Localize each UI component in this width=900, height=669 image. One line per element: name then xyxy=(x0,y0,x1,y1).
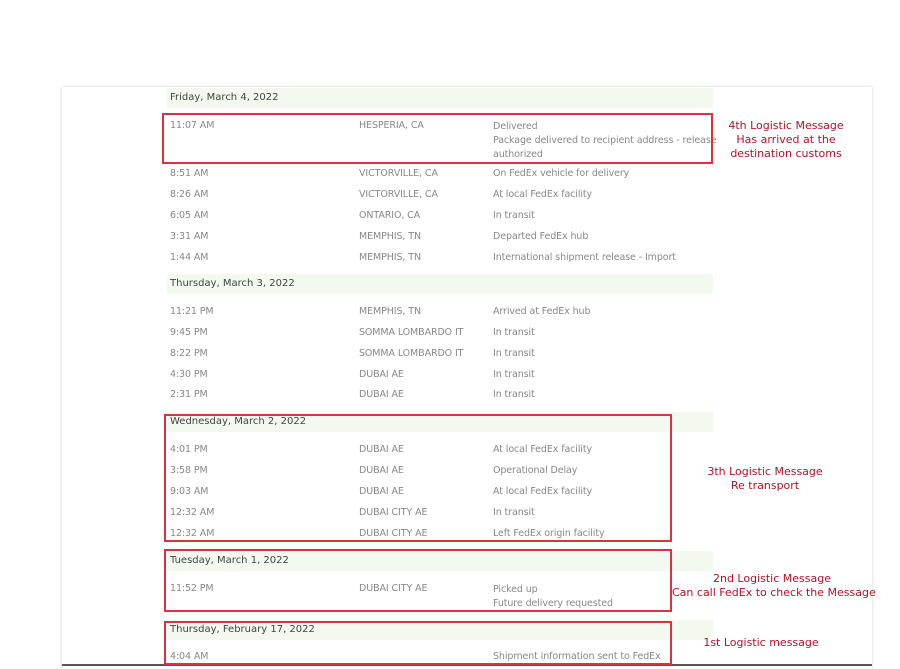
date-header: Friday, March 4, 2022 xyxy=(170,92,279,103)
highlight-box-3rd-message xyxy=(164,414,672,542)
event-time: 11:21 PM xyxy=(170,306,214,317)
event-time: 3:31 AM xyxy=(170,231,209,242)
event-status: In transit xyxy=(493,210,535,221)
event-time: 8:51 AM xyxy=(170,168,209,179)
event-location: VICTORVILLE, CA xyxy=(359,168,438,179)
event-location: SOMMA LOMBARDO IT xyxy=(359,348,464,359)
event-location: DUBAI AE xyxy=(359,389,404,400)
event-location: MEMPHIS, TN xyxy=(359,252,421,263)
event-time: 4:30 PM xyxy=(170,369,208,380)
highlight-box-4th-message xyxy=(162,113,713,164)
event-location: MEMPHIS, TN xyxy=(359,231,421,242)
event-location: SOMMA LOMBARDO IT xyxy=(359,327,464,338)
event-time: 2:31 PM xyxy=(170,389,208,400)
event-status: International shipment release - Import xyxy=(493,252,676,263)
annotation-4th-message: 4th Logistic Message Has arrived at the … xyxy=(728,119,844,160)
annotation-2nd-message: 2nd Logistic Message Can call FedEx to c… xyxy=(672,572,876,599)
event-status: In transit xyxy=(493,348,535,359)
event-location: VICTORVILLE, CA xyxy=(359,189,438,200)
event-time: 9:45 PM xyxy=(170,327,208,338)
highlight-box-1st-message xyxy=(164,621,672,665)
event-location: DUBAI AE xyxy=(359,369,404,380)
event-location: MEMPHIS, TN xyxy=(359,306,421,317)
event-status: In transit xyxy=(493,389,535,400)
event-time: 6:05 AM xyxy=(170,210,209,221)
event-status: On FedEx vehicle for delivery xyxy=(493,168,630,179)
annotation-3rd-message: 3th Logistic Message Re transport xyxy=(707,465,823,492)
annotation-1st-message: 1st Logistic message xyxy=(703,636,819,649)
event-location: ONTARIO, CA xyxy=(359,210,421,221)
event-time: 1:44 AM xyxy=(170,252,209,263)
event-status: At local FedEx facility xyxy=(493,189,593,200)
date-header: Thursday, March 3, 2022 xyxy=(170,278,295,289)
event-status: Departed FedEx hub xyxy=(493,231,589,242)
event-time: 8:26 AM xyxy=(170,189,209,200)
event-status: In transit xyxy=(493,327,535,338)
event-status: Arrived at FedEx hub xyxy=(493,306,591,317)
highlight-box-2nd-message xyxy=(164,549,672,612)
event-time: 8:22 PM xyxy=(170,348,208,359)
event-status: In transit xyxy=(493,369,535,380)
